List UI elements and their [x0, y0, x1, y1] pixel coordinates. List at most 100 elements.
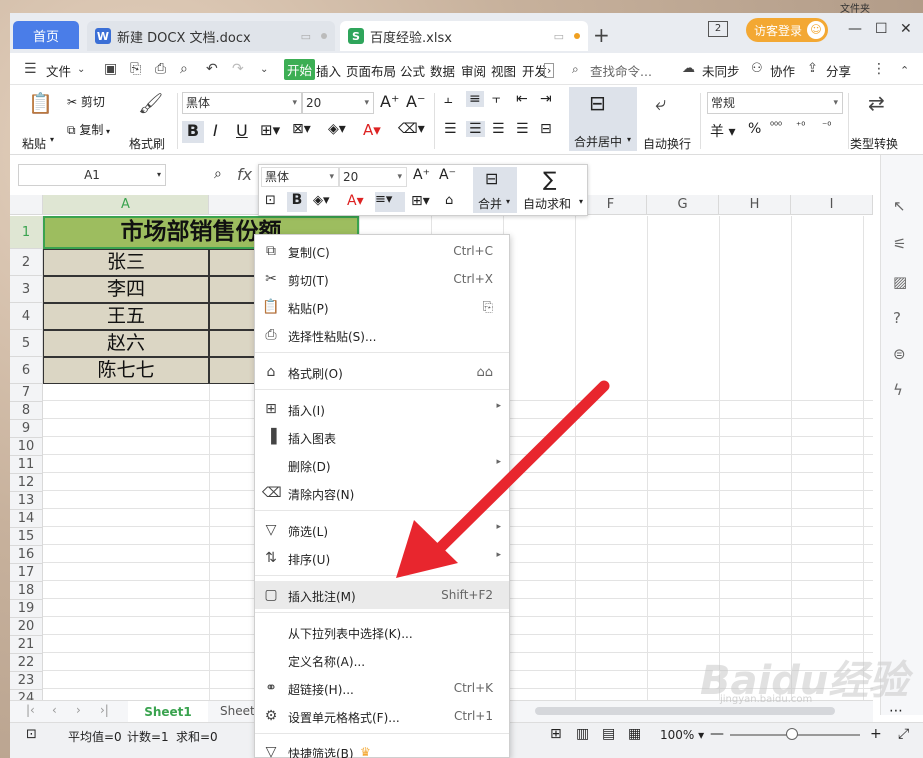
menu-start[interactable]: 开始: [284, 59, 316, 80]
row-header[interactable]: 4: [10, 303, 43, 330]
collab-button[interactable]: 协作: [770, 61, 795, 80]
row-header[interactable]: 20: [10, 618, 43, 636]
thousands-icon[interactable]: ⁰⁰⁰: [770, 121, 782, 132]
reading-view-icon[interactable]: ▦: [628, 726, 641, 742]
row-header[interactable]: 17: [10, 564, 43, 582]
italic-button[interactable]: I: [213, 121, 218, 140]
ctx-define-name[interactable]: 定义名称(A)...: [255, 646, 509, 674]
zoom-out-button[interactable]: —: [710, 726, 724, 742]
help-icon[interactable]: ?: [893, 309, 901, 327]
lightning-icon[interactable]: ϟ: [893, 381, 903, 399]
cut-button[interactable]: ✂ 剪切: [67, 93, 105, 110]
tab-xlsx[interactable]: S 百度经验.xlsx ▭: [340, 21, 588, 51]
menu-formula[interactable]: 公式: [400, 61, 425, 80]
window-count-badge[interactable]: 2: [708, 21, 728, 37]
bold-button[interactable]: B: [182, 121, 204, 143]
mini-border-icon[interactable]: ⊞▾: [411, 193, 430, 209]
align-middle-icon[interactable]: ≡: [466, 91, 484, 107]
cell-a6[interactable]: 陈七七: [43, 357, 209, 384]
row-header[interactable]: 1: [10, 216, 43, 249]
more-quick-icon[interactable]: ⌄: [260, 64, 268, 75]
print-icon[interactable]: ⎙: [155, 61, 166, 77]
redo-icon[interactable]: ↷: [232, 61, 244, 77]
ctx-hyperlink[interactable]: ⚭ 超链接(H)... Ctrl+K: [255, 674, 509, 702]
ctx-clear[interactable]: ⌫ 清除内容(N): [255, 479, 509, 507]
close-button[interactable]: ✕: [900, 21, 912, 37]
distribute-icon[interactable]: ⊟: [540, 121, 552, 137]
ctx-copy[interactable]: ⧉ 复制(C) Ctrl+C: [255, 237, 509, 265]
col-header-g[interactable]: G: [647, 195, 719, 215]
row-header[interactable]: 10: [10, 438, 43, 456]
fx-button[interactable]: fx: [237, 165, 252, 184]
mini-bold-button[interactable]: B: [287, 192, 307, 212]
align-center-icon[interactable]: ☰: [466, 121, 485, 137]
robot-icon[interactable]: ⊜: [893, 345, 906, 363]
page-layout-view-icon[interactable]: ▤: [602, 726, 615, 742]
indent-increase-icon[interactable]: ⇥: [540, 91, 552, 107]
name-box[interactable]: A1 ▾: [18, 164, 166, 186]
maximize-button[interactable]: ☐: [875, 21, 888, 37]
normal-view-icon[interactable]: ⊞: [550, 726, 562, 742]
page-break-view-icon[interactable]: ▥: [576, 726, 589, 742]
search-commands[interactable]: 查找命令...: [590, 61, 652, 80]
fullscreen-icon[interactable]: ⤢: [898, 726, 909, 742]
ctx-filter[interactable]: ▽ 筛选(L) ▸: [255, 516, 509, 544]
menu-data[interactable]: 数据: [430, 61, 455, 80]
export-icon[interactable]: ⎘: [130, 61, 141, 77]
undo-icon[interactable]: ↶: [206, 61, 218, 77]
horizontal-scrollbar[interactable]: [535, 707, 835, 715]
tab-docx[interactable]: W 新建 DOCX 文档.docx ▭: [87, 21, 335, 51]
ctx-format-cells[interactable]: ⚙ 设置单元格格式(F)... Ctrl+1: [255, 702, 509, 730]
more-icon[interactable]: ⋮: [872, 61, 886, 77]
col-header-i[interactable]: I: [791, 195, 873, 215]
font-grow-icon[interactable]: A⁺: [380, 92, 399, 111]
prev-sheet-icon[interactable]: ‹: [52, 703, 57, 717]
mini-autosum-button[interactable]: ∑ 自动求和 ▾: [521, 167, 587, 213]
menu-review[interactable]: 审阅: [461, 61, 486, 80]
chevron-down-icon[interactable]: ⌄: [77, 64, 85, 75]
cell-a4[interactable]: 王五: [43, 303, 209, 330]
hamburger-icon[interactable]: ☰: [24, 61, 37, 77]
adjust-icon[interactable]: ⚟: [893, 235, 906, 253]
mini-font-grow-icon[interactable]: A⁺: [413, 167, 430, 183]
menu-view[interactable]: 视图: [491, 61, 516, 80]
align-bottom-icon[interactable]: ⫟: [492, 91, 500, 107]
percent-button[interactable]: %: [748, 121, 761, 137]
mini-fill-icon[interactable]: ◈▾: [313, 193, 330, 208]
increase-decimal-icon[interactable]: ⁺⁰: [796, 121, 805, 132]
first-sheet-icon[interactable]: |‹: [26, 703, 35, 717]
brush-icon[interactable]: 🖌: [138, 91, 163, 115]
col-header-h[interactable]: H: [719, 195, 791, 215]
align-left-icon[interactable]: ☰: [444, 121, 457, 137]
ctx-delete[interactable]: 删除(D) ▸: [255, 451, 509, 479]
ctx-sort[interactable]: ⇅ 排序(U) ▸: [255, 544, 509, 572]
eraser-icon[interactable]: ⌫▾: [398, 121, 425, 137]
fill-color-icon[interactable]: ◈▾: [328, 121, 346, 137]
font-size-select[interactable]: 20 ▾: [302, 92, 374, 114]
ctx-format-painter[interactable]: ⌂ 格式刷(O) ⌂⌂: [255, 358, 509, 386]
row-header[interactable]: 3: [10, 276, 43, 303]
ctx-pick-from-list[interactable]: 从下拉列表中选择(K)...: [255, 618, 509, 646]
row-header[interactable]: 21: [10, 636, 43, 654]
effects-icon[interactable]: ⊠▾: [292, 121, 311, 137]
menu-file[interactable]: 文件: [46, 61, 71, 80]
paste-button[interactable]: 粘贴: [22, 135, 46, 152]
menu-scroll-right-icon[interactable]: ›: [544, 63, 555, 78]
paste-icon[interactable]: 📋: [28, 91, 53, 115]
login-button[interactable]: 访客登录 ☺: [746, 18, 828, 42]
wrap-text-button[interactable]: 自动换行: [643, 135, 691, 152]
mini-brush-icon[interactable]: ⌂: [445, 193, 453, 208]
save-icon[interactable]: ▣: [104, 61, 117, 77]
sheet-tab-sheet1[interactable]: Sheet1: [128, 701, 208, 723]
font-shrink-icon[interactable]: A⁻: [406, 92, 425, 111]
macro-icon[interactable]: ⊡: [26, 727, 37, 742]
ctx-insert[interactable]: ⊞ 插入(I) ▸: [255, 395, 509, 423]
font-select[interactable]: 黑体 ▾: [182, 92, 302, 114]
row-header[interactable]: 6: [10, 357, 43, 384]
cell-a5[interactable]: 赵六: [43, 330, 209, 357]
preview-icon[interactable]: ⌕: [180, 61, 188, 77]
ctx-cut[interactable]: ✂ 剪切(T) Ctrl+X: [255, 265, 509, 293]
cell-a3[interactable]: 李四: [43, 276, 209, 303]
collapse-ribbon-icon[interactable]: ⌃: [900, 64, 909, 77]
justify-icon[interactable]: ☰: [516, 121, 529, 137]
